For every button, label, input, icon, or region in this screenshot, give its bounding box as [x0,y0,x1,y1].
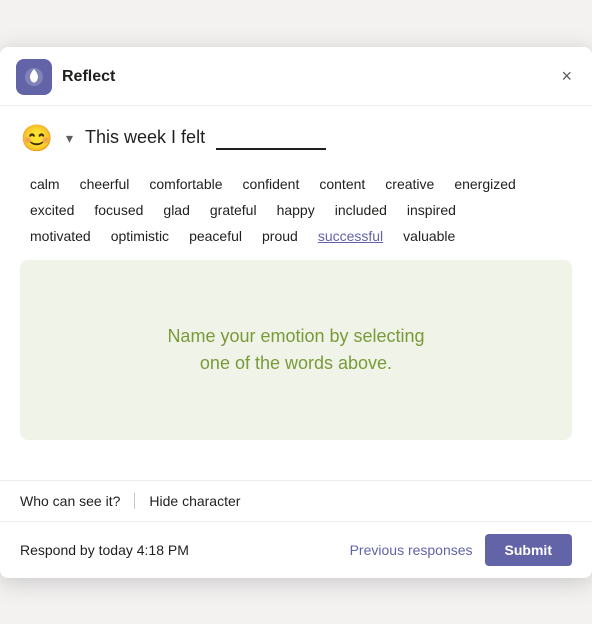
words-row-3: motivated optimistic peaceful proud succ… [20,224,572,248]
word-included[interactable]: included [325,198,397,222]
prompt-row: 😊 ▾ This week I felt [20,122,572,156]
word-peaceful[interactable]: peaceful [179,224,252,248]
prompt-prefix: This week I felt [85,127,205,147]
word-motivated[interactable]: motivated [20,224,101,248]
hide-character-button[interactable]: Hide character [149,493,240,509]
word-focused[interactable]: focused [84,198,153,222]
word-energized[interactable]: energized [444,172,526,196]
word-successful[interactable]: successful [308,224,393,248]
emotion-line1: Name your emotion by selecting [167,323,424,350]
chevron-down-icon: ▾ [66,130,73,146]
word-grateful[interactable]: grateful [200,198,267,222]
dialog: Reflect × 😊 ▾ This week I felt calm chee… [0,47,592,578]
emotion-box-text: Name your emotion by selecting one of th… [167,323,424,377]
footer-actions: Previous responses Submit [350,534,572,566]
submit-button[interactable]: Submit [485,534,572,566]
word-cheerful[interactable]: cheerful [70,172,140,196]
word-content[interactable]: content [309,172,375,196]
emoji-avatar: 😊 [20,122,54,156]
words-section: calm cheerful comfortable confident cont… [20,172,572,248]
word-calm[interactable]: calm [20,172,70,196]
emotion-line2: one of the words above. [167,350,424,377]
chevron-button[interactable]: ▾ [62,128,77,149]
prompt-underline [216,127,326,150]
word-inspired[interactable]: inspired [397,198,466,222]
emotion-box: Name your emotion by selecting one of th… [20,260,572,440]
spacer [20,456,572,480]
emoji: 😊 [21,123,53,154]
footer-divider [134,493,135,509]
word-glad[interactable]: glad [153,198,199,222]
footer-top: Who can see it? Hide character [0,480,592,521]
app-icon [16,59,52,95]
word-comfortable[interactable]: comfortable [139,172,232,196]
word-happy[interactable]: happy [267,198,325,222]
previous-responses-button[interactable]: Previous responses [350,542,473,558]
close-icon: × [561,66,572,87]
content-area: 😊 ▾ This week I felt calm cheerful comfo… [0,106,592,480]
footer-bottom: Respond by today 4:18 PM Previous respon… [0,521,592,578]
who-can-see-button[interactable]: Who can see it? [20,493,120,509]
title-left: Reflect [16,59,115,95]
app-title: Reflect [62,68,115,86]
words-row-1: calm cheerful comfortable confident cont… [20,172,572,196]
words-row-2: excited focused glad grateful happy incl… [20,198,572,222]
word-valuable[interactable]: valuable [393,224,465,248]
title-bar: Reflect × [0,47,592,106]
respond-by-text: Respond by today 4:18 PM [20,542,189,558]
word-excited[interactable]: excited [20,198,84,222]
close-button[interactable]: × [557,62,576,91]
word-optimistic[interactable]: optimistic [101,224,179,248]
word-proud[interactable]: proud [252,224,308,248]
prompt-text: This week I felt [85,127,326,150]
word-creative[interactable]: creative [375,172,444,196]
word-confident[interactable]: confident [233,172,310,196]
